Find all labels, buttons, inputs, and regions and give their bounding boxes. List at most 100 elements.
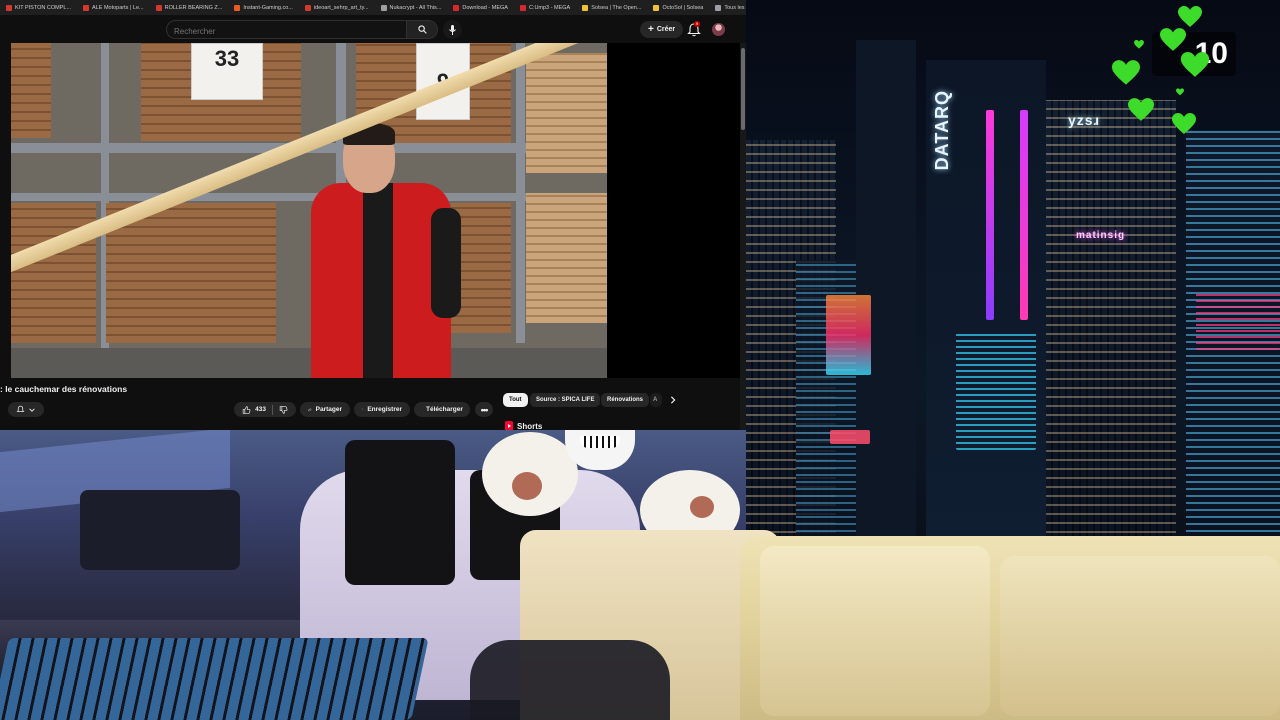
notification-badge: 9 — [694, 21, 700, 27]
bookmark-label: C:Ump3 - MEGA — [528, 4, 571, 11]
neon-strip — [1020, 110, 1028, 320]
share-label: Partager — [315, 406, 342, 413]
search-button[interactable] — [406, 20, 438, 39]
wood-crate — [526, 53, 607, 173]
heart-icon — [1128, 98, 1154, 121]
favicon-icon — [83, 4, 90, 11]
couch-cushion — [1000, 556, 1280, 716]
like-count[interactable]: 433 — [255, 406, 266, 413]
youtube-window: KIT PISTON COMPL... ALE Motoparts | Le...… — [0, 0, 746, 430]
chip-renovations[interactable]: Rénovations — [601, 393, 650, 407]
subscribe-bell-button[interactable] — [8, 402, 44, 417]
building — [1046, 100, 1176, 560]
wood-crate — [106, 203, 276, 343]
shorts-section-header: Shorts — [505, 421, 542, 430]
shorts-label: Shorts — [517, 421, 543, 431]
bookmark-label: KIT PISTON COMPL... — [15, 4, 72, 11]
bookmark-item[interactable]: OctoSol | Solsea — [647, 0, 709, 15]
bookmark-label: Nukacrypt - All This... — [389, 4, 442, 11]
favicon-icon — [304, 4, 311, 11]
bookmark-item[interactable]: KIT PISTON COMPL... — [0, 0, 77, 15]
search-input[interactable] — [167, 23, 401, 40]
favicon-icon — [6, 4, 12, 11]
bell-icon — [16, 405, 25, 412]
search-box — [166, 20, 406, 40]
save-label: Enregistrer — [367, 406, 402, 413]
wood-crate — [526, 193, 607, 323]
divider — [271, 404, 273, 415]
mic-icon — [449, 24, 456, 35]
favicon-icon — [453, 4, 460, 11]
bookmark-label: Download - MEGA — [462, 4, 508, 11]
mask-teeth — [580, 436, 620, 448]
bookmark-label: Tous les favoris — [724, 4, 746, 11]
paw-pad — [690, 496, 714, 518]
heart-icon — [1112, 60, 1140, 85]
share-icon — [308, 408, 312, 412]
bookmarks-bar: KIT PISTON COMPL... ALE Motoparts | Le...… — [0, 0, 746, 15]
heart-icon — [1178, 6, 1202, 27]
chip-source[interactable]: Source : SPICA LIFE — [530, 393, 601, 407]
bookmark-item[interactable]: ALE Motoparts | Le... — [77, 0, 150, 15]
bookmark-label: ALE Motoparts | Le... — [92, 4, 144, 11]
bookmark-item[interactable]: Download - MEGA — [447, 0, 514, 15]
bookmark-label: ideoart_sehrp_art_ty... — [313, 4, 369, 11]
download-label: Télécharger — [426, 406, 463, 413]
bookmark-icon — [362, 408, 364, 411]
chevron-down-icon — [29, 407, 35, 412]
black-sleeve — [345, 440, 455, 585]
couch-cushion — [760, 546, 990, 716]
favicon-icon — [380, 4, 387, 11]
bookmark-item[interactable]: Nukacrypt - All This... — [375, 0, 448, 15]
headset — [470, 640, 670, 720]
download-button[interactable]: Télécharger — [414, 402, 470, 417]
paw-pad — [512, 472, 542, 500]
heart-icon — [1134, 40, 1144, 49]
bookmark-label: Solsea | The Open... — [591, 4, 642, 11]
bookmark-item[interactable]: ideoart_sehrp_art_ty... — [299, 0, 375, 15]
avatar[interactable] — [712, 23, 725, 36]
video-player[interactable]: 33 9 — [11, 43, 607, 378]
more-icon: ••• — [480, 404, 489, 415]
scrollbar-thumb[interactable] — [741, 48, 745, 130]
search-icon — [417, 25, 427, 34]
wood-crate — [11, 43, 51, 138]
favicon-icon — [715, 4, 722, 11]
create-button[interactable]: + Créer — [640, 21, 684, 38]
neon-sign — [830, 430, 870, 444]
chip-all[interactable]: Tout — [503, 393, 528, 407]
neon-panel — [956, 330, 1036, 450]
top-neon-sign: yzsɹ — [1068, 112, 1101, 128]
speaker — [80, 490, 240, 570]
plus-icon: + — [648, 23, 654, 35]
youtube-header: + Créer 9 — [0, 15, 746, 43]
price-card: 33 — [191, 43, 263, 100]
thumbs-down-icon[interactable] — [279, 405, 288, 415]
couch — [740, 536, 1280, 720]
bookmark-item[interactable]: Tous les favoris — [709, 0, 746, 15]
create-label: Créer — [656, 26, 676, 33]
favicon-icon — [519, 4, 526, 11]
neon-panel — [1196, 290, 1280, 350]
heart-icon — [1160, 28, 1186, 51]
bookmark-label: Instant-Gaming.co... — [243, 4, 293, 11]
more-actions-button[interactable]: ••• — [475, 402, 493, 417]
bookmark-item[interactable]: Solsea | The Open... — [576, 0, 647, 15]
like-dislike-group: 433 — [234, 402, 296, 417]
arm — [431, 208, 461, 318]
favicon-icon — [582, 4, 589, 11]
neon-billboard — [826, 295, 871, 375]
floor — [11, 348, 607, 378]
save-button[interactable]: Enregistrer — [354, 402, 410, 417]
bookmark-item[interactable]: Instant-Gaming.co... — [228, 0, 299, 15]
voice-search-button[interactable] — [443, 20, 462, 39]
chevron-right-icon[interactable] — [669, 396, 677, 404]
thumbs-up-icon[interactable] — [242, 405, 251, 415]
bookmark-item[interactable]: ROLLER BEARING Z... — [150, 0, 229, 15]
wood-crate — [11, 203, 96, 343]
heart-icon — [1176, 88, 1184, 96]
bookmark-item[interactable]: C:Ump3 - MEGA — [514, 0, 576, 15]
share-button[interactable]: Partager — [300, 402, 350, 417]
rgb-keyboard — [0, 638, 429, 720]
chip-partial[interactable]: A — [650, 393, 662, 407]
